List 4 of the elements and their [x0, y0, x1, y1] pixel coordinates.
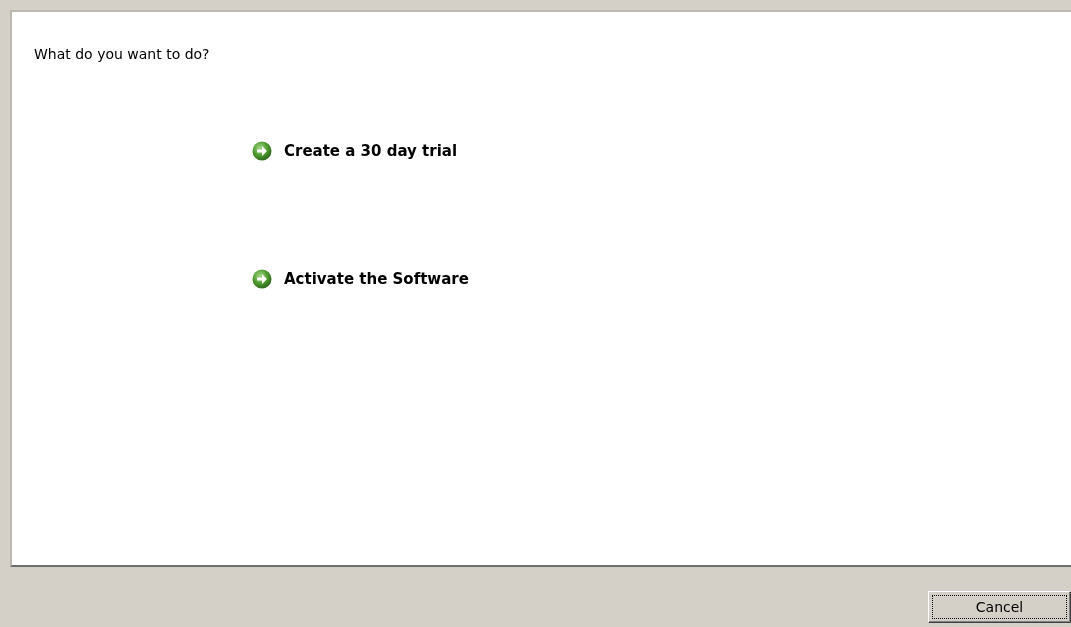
prompt-text: What do you want to do?	[34, 46, 211, 62]
option-link[interactable]: Activate the Software	[284, 270, 469, 288]
option-link[interactable]: Create a 30 day trial	[284, 142, 458, 160]
cancel-button[interactable]: Cancel	[928, 591, 1071, 623]
